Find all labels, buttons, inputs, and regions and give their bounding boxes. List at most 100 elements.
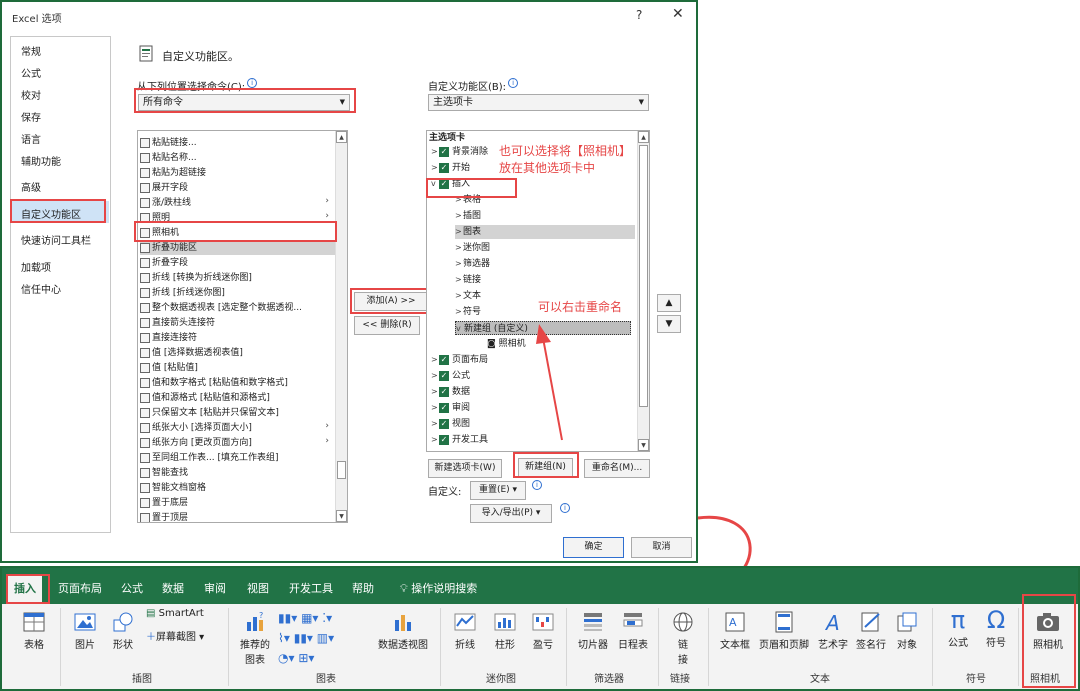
tree-item[interactable]: > ✓ 审阅 [431, 401, 470, 415]
timeline-button[interactable]: 日程表 [614, 610, 652, 651]
tab-formulas[interactable]: 公式 [121, 580, 143, 596]
checkbox-checked-icon[interactable]: ✓ [439, 386, 449, 397]
new-tab-button[interactable]: 新建选项卡(W) [428, 459, 502, 478]
nav-item-proofing[interactable]: 校对 [21, 87, 41, 102]
tab-review[interactable]: 审阅 [204, 580, 226, 596]
textbox-button[interactable]: A 文本框 [714, 610, 756, 651]
symbol-button[interactable]: Ω 符号 [980, 606, 1012, 649]
tell-me-search[interactable]: 💡︎ 操作说明搜索 [400, 580, 477, 596]
tree-item[interactable]: >迷你图 [455, 241, 490, 255]
tree-item[interactable]: >链接 [455, 273, 481, 287]
scroll-up-icon[interactable]: ▲ [336, 131, 347, 143]
chevron-right-icon[interactable]: > [431, 417, 439, 431]
chart-type-gallery[interactable]: ▮▮▾ ▦▾ ⁚▾ ⌇▾ ▮▮▾ ▥▾ ◔▾ ⊞▾ [278, 608, 334, 668]
chevron-right-icon[interactable]: > [455, 289, 463, 303]
tree-item[interactable]: ◙ 照相机 [479, 337, 526, 351]
header-footer-button[interactable]: 页眉和页脚 [756, 610, 812, 651]
signature-line-button[interactable]: 签名行 [852, 610, 890, 651]
scroll-down-icon[interactable]: ▼ [638, 439, 649, 451]
command-item[interactable]: 值 [粘贴值] [140, 361, 198, 375]
chevron-down-icon[interactable]: v [456, 322, 464, 336]
chevron-right-icon[interactable]: > [431, 433, 439, 447]
tab-developer[interactable]: 开发工具 [289, 580, 333, 596]
tree-item[interactable]: >筛选器 [455, 257, 490, 271]
smartart-button[interactable]: ▤ SmartArt [146, 608, 204, 619]
tree-item[interactable]: >插图 [455, 209, 481, 223]
tree-item[interactable]: > ✓ 公式 [431, 369, 470, 383]
tree-item[interactable]: > ✓ 开发工具 [431, 433, 488, 447]
link-button[interactable]: 链接 [666, 610, 700, 666]
nav-item-general[interactable]: 常规 [21, 43, 41, 58]
checkbox-checked-icon[interactable]: ✓ [439, 434, 449, 445]
chevron-right-icon[interactable]: > [431, 161, 439, 175]
command-item[interactable]: 纸张大小 [选择页面大小] [140, 421, 252, 435]
command-item[interactable]: 纸张方向 [更改页面方向] [140, 436, 252, 450]
screenshot-button[interactable]: ＋屏幕截图 ▾ [146, 628, 204, 643]
nav-item-save[interactable]: 保存 [21, 109, 41, 124]
tab-help[interactable]: 帮助 [352, 580, 374, 596]
tree-item[interactable]: > ✓ 背景消除 [431, 145, 488, 159]
remove-button[interactable]: << 删除(R) [354, 316, 420, 335]
tree-item[interactable]: >符号 [455, 305, 481, 319]
chevron-right-icon[interactable]: > [455, 305, 463, 319]
cancel-button[interactable]: 取消 [631, 537, 692, 558]
object-button[interactable]: 对象 [890, 610, 924, 651]
chevron-right-icon[interactable]: > [455, 225, 463, 239]
command-item[interactable]: 直接箭头连接符 [140, 316, 215, 330]
checkbox-checked-icon[interactable]: ✓ [439, 162, 449, 173]
sparkline-winloss-button[interactable]: 盈亏 [526, 610, 560, 651]
commands-scrollbar[interactable]: ▲ ▼ [335, 131, 347, 522]
command-item[interactable]: 折叠字段 [140, 256, 188, 270]
move-up-button[interactable]: ▲ [657, 294, 681, 312]
command-item[interactable]: 只保留文本 [粘贴并只保留文本] [140, 406, 279, 420]
chevron-right-icon[interactable]: > [431, 401, 439, 415]
command-item[interactable]: 直接连接符 [140, 331, 197, 345]
chevron-right-icon[interactable]: > [455, 273, 463, 287]
scroll-thumb[interactable] [639, 145, 648, 407]
customize-ribbon-dropdown[interactable]: 主选项卡 ▼ [428, 94, 649, 111]
wordart-button[interactable]: A 艺术字 [814, 610, 852, 651]
command-item[interactable]: 整个数据透视表 [选定整个数据透视... [140, 301, 302, 315]
reset-button[interactable]: 重置(E) ▾ [470, 481, 526, 500]
command-item[interactable]: 折线 [转换为折线迷你图] [140, 271, 252, 285]
command-item[interactable]: 值和源格式 [粘贴值和源格式] [140, 391, 270, 405]
checkbox-checked-icon[interactable]: ✓ [439, 370, 449, 381]
command-item[interactable]: 智能查找 [140, 466, 188, 480]
tree-item[interactable]: > ✓ 页面布局 [431, 353, 488, 367]
chevron-right-icon[interactable]: > [431, 369, 439, 383]
checkbox-checked-icon[interactable]: ✓ [439, 354, 449, 365]
command-item[interactable]: 粘贴链接... [140, 136, 197, 150]
nav-item-accessibility[interactable]: 辅助功能 [21, 153, 61, 168]
chevron-right-icon[interactable]: > [455, 241, 463, 255]
tree-item[interactable]: > ✓ 数据 [431, 385, 470, 399]
scroll-down-icon[interactable]: ▼ [336, 510, 347, 522]
checkbox-checked-icon[interactable]: ✓ [439, 402, 449, 413]
sparkline-column-button[interactable]: 柱形 [488, 610, 522, 651]
table-button[interactable]: 表格 [16, 610, 52, 651]
nav-item-formulas[interactable]: 公式 [21, 65, 41, 80]
shapes-button[interactable]: 形状 [106, 610, 140, 651]
command-item[interactable]: 粘贴名称... [140, 151, 197, 165]
commands-list[interactable]: 粘贴链接... 粘贴名称... 粘贴为超链接 展开字段 涨/跌柱线 › 照明 › 照相机 折叠功能… [137, 130, 348, 523]
scroll-thumb[interactable] [337, 461, 346, 479]
command-item[interactable]: 粘贴为超链接 [140, 166, 206, 180]
import-export-button[interactable]: 导入/导出(P) ▾ [470, 504, 552, 523]
chevron-right-icon[interactable]: > [431, 353, 439, 367]
nav-item-add-ins[interactable]: 加载项 [21, 259, 51, 274]
help-button[interactable]: ? [636, 8, 642, 22]
command-item[interactable]: 至同组工作表... [填充工作表组] [140, 451, 278, 465]
tree-item[interactable]: > ✓ 开始 [431, 161, 470, 175]
command-item[interactable]: 展开字段 [140, 181, 188, 195]
nav-item-quick-access-toolbar[interactable]: 快速访问工具栏 [21, 232, 91, 247]
command-item[interactable]: 置于顶层 [140, 511, 188, 522]
slicer-button[interactable]: 切片器 [574, 610, 612, 651]
scroll-up-icon[interactable]: ▲ [638, 131, 649, 143]
chevron-right-icon[interactable]: > [431, 385, 439, 399]
checkbox-checked-icon[interactable]: ✓ [439, 418, 449, 429]
tab-page-layout[interactable]: 页面布局 [58, 580, 102, 596]
command-item[interactable]: 折叠功能区 [140, 241, 336, 255]
equation-button[interactable]: π 公式 [940, 606, 976, 649]
move-down-button[interactable]: ▼ [657, 315, 681, 333]
command-item[interactable]: 置于底层 [140, 496, 188, 510]
picture-button[interactable]: 图片 [68, 610, 102, 651]
